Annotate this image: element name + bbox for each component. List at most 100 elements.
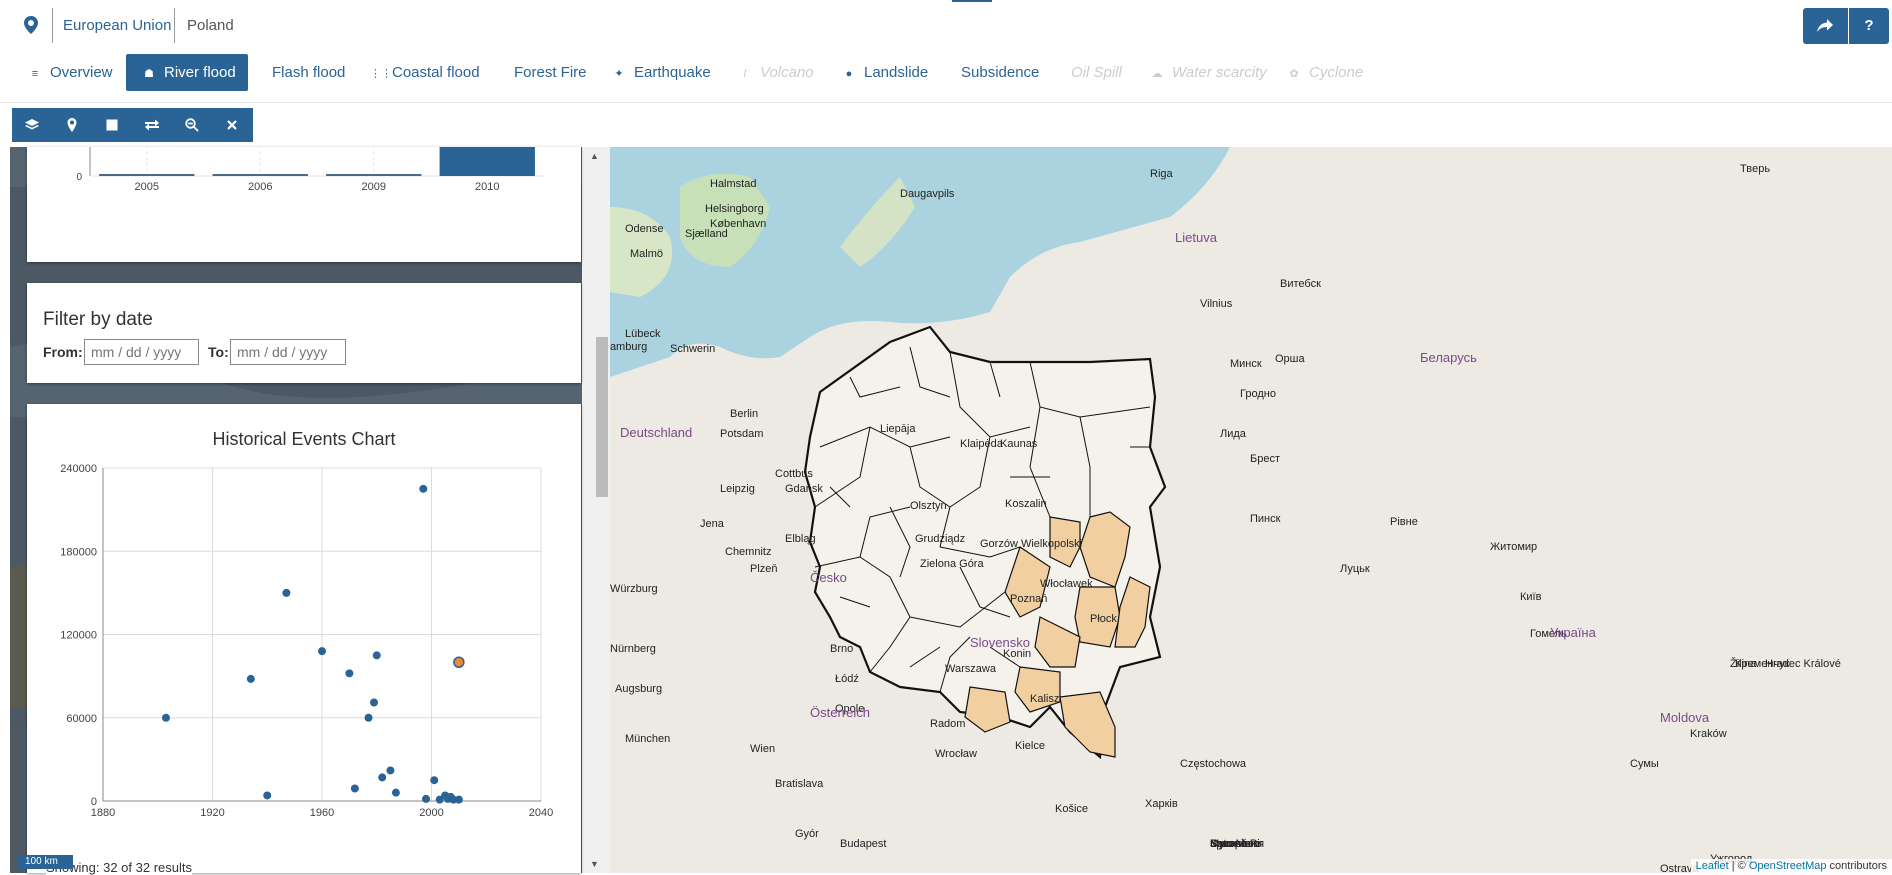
rectangle-button[interactable] <box>92 108 132 142</box>
cyclone-icon: ✿ <box>1289 68 1299 80</box>
to-date-input[interactable] <box>230 339 346 365</box>
tab-forest-fire[interactable]: Forest Fire <box>514 54 587 91</box>
scatter-point <box>263 791 272 800</box>
city-label: Vilnius <box>1200 298 1233 310</box>
bar <box>439 117 535 176</box>
base-map[interactable]: Riga ТвepьKøbenhavnOdense SjællandHalmstad… <box>610 147 1892 873</box>
city-label: Potsdam <box>720 428 763 440</box>
city-label: München <box>625 733 670 745</box>
tab-landslide[interactable]: ● Landslide <box>842 54 929 91</box>
close-icon <box>227 120 237 130</box>
city-label: Wien <box>750 743 775 755</box>
scatter-point <box>282 588 291 597</box>
scatter-point <box>419 484 428 493</box>
scatter-point <box>422 794 431 803</box>
city-label: Gyór <box>795 828 819 840</box>
x-tick-label: 2009 <box>362 181 386 193</box>
scatter-point <box>364 713 373 722</box>
tab-river-flood[interactable]: ☗ River flood <box>126 54 248 91</box>
clear-button[interactable] <box>212 108 252 142</box>
tab-overview[interactable]: ≡ Overview <box>28 54 113 91</box>
swap-button[interactable] <box>132 108 172 142</box>
breadcrumb-poland[interactable]: Poland <box>187 17 234 34</box>
city-label: Sjælland <box>685 228 728 240</box>
tab-flash-flood[interactable]: Flash flood <box>272 54 345 91</box>
osm-link[interactable]: OpenStreetMap <box>1749 860 1827 872</box>
city-label: Kaunas <box>1000 438 1038 450</box>
city-label: Płock <box>1090 613 1117 625</box>
tab-cyclone: ✿ Cyclone <box>1287 54 1363 91</box>
scroll-down-icon[interactable]: ▼ <box>590 859 599 869</box>
share-button[interactable] <box>1803 8 1848 44</box>
tab-coastal-flood[interactable]: ⋮⋮Coastal flood <box>370 54 480 91</box>
city-label: Odense <box>625 223 664 235</box>
city-label: Chemnitz <box>725 546 771 558</box>
country-label: Беларусь <box>1420 350 1477 365</box>
tab-oil-spill: Oil Spill <box>1071 64 1122 81</box>
scatter-point <box>391 788 400 797</box>
city-label: Lübeck <box>625 328 661 340</box>
help-button[interactable]: ? <box>1849 8 1889 44</box>
city-label: Kraków <box>1690 728 1727 740</box>
layers-button[interactable] <box>12 108 52 142</box>
map-view[interactable]: Riga Твepь København Odense Sjælland Halmstad… <box>610 147 1892 873</box>
city-label: Орша <box>1275 353 1305 365</box>
city-label: Helsingborg <box>705 203 764 215</box>
to-label: To: <box>208 344 229 360</box>
volcano-icon: Ⅰ <box>743 68 747 80</box>
breadcrumb-divider <box>174 8 175 43</box>
y-tick-label: 240000 <box>60 463 97 475</box>
y-tick-label: 120000 <box>60 630 97 642</box>
x-tick-label: 2000 <box>419 807 443 819</box>
city-label: Satu Mare <box>1210 838 1261 850</box>
map-marker-icon[interactable] <box>20 14 42 36</box>
city-label: Riga <box>1150 168 1174 180</box>
city-label: Jena <box>700 518 725 530</box>
list-icon: ≡ <box>31 68 39 80</box>
city-label: Cottbus <box>775 468 813 480</box>
filter-by-date-card: Filter by date From: To: <box>27 283 581 383</box>
scroll-up-icon[interactable]: ▲ <box>590 151 599 161</box>
x-tick-label: 1880 <box>91 807 115 819</box>
city-label: Augsburg <box>615 683 662 695</box>
share-icon <box>1817 19 1833 32</box>
scatter-point <box>350 784 359 793</box>
city-label: Warszawa <box>945 663 997 675</box>
city-label: Луцьк <box>1340 563 1370 575</box>
earthquake-icon: ✦ <box>614 68 624 80</box>
x-tick-label: 1920 <box>200 807 224 819</box>
from-date-input[interactable] <box>84 339 199 365</box>
top-header: European Union Poland ? <box>0 0 1892 52</box>
city-label: Brno <box>830 643 853 655</box>
layers-icon <box>25 119 39 130</box>
tab-earthquake[interactable]: ✦ Earthquake <box>612 54 710 91</box>
city-label: Житомир <box>1490 541 1537 553</box>
city-label: Nürnberg <box>610 643 656 655</box>
scatter-point <box>161 713 170 722</box>
scroll-thumb[interactable] <box>596 337 608 497</box>
city-label: Olsztyn <box>910 500 947 512</box>
from-label: From: <box>43 344 83 360</box>
hazard-tabs: ≡ Overview ☗ River flood Flash flood ⋮⋮Coa… <box>0 52 1892 92</box>
city-label: Гродно <box>1240 388 1276 400</box>
country-label: Moldova <box>1660 710 1710 725</box>
scatter-point-selected <box>453 656 465 668</box>
city-label: Kielce <box>1015 740 1045 752</box>
marker-button[interactable] <box>52 108 92 142</box>
city-label: Budapest <box>840 838 886 850</box>
scatter-point <box>345 669 354 678</box>
scatter-point <box>454 795 463 804</box>
flood-highlight-region <box>964 686 1011 733</box>
scatter-point <box>318 647 326 656</box>
city-label: Grudziądz <box>915 533 965 545</box>
city-label: Киïв <box>1520 591 1542 603</box>
tab-subsidence[interactable]: Subsidence <box>961 54 1039 91</box>
scatter-point <box>386 766 395 775</box>
city-label: Рівне <box>1390 516 1418 528</box>
city-label: Schwerin <box>670 343 715 355</box>
leaflet-link[interactable]: Leaflet <box>1696 860 1729 872</box>
panel-scrollbar[interactable]: ▲ ▼ <box>582 147 610 873</box>
breadcrumb-european-union[interactable]: European Union <box>63 17 171 34</box>
city-label: Košice <box>1055 803 1088 815</box>
zoom-out-button[interactable] <box>172 108 212 142</box>
